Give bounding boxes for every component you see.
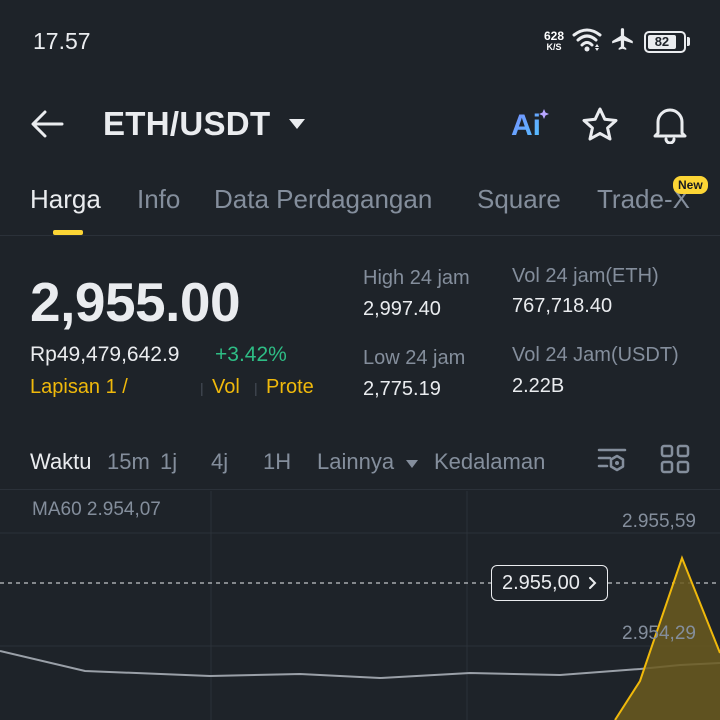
airplane-mode-icon (610, 26, 636, 57)
vol-eth-value: 767,718.40 (512, 295, 613, 317)
tag-divider: | (254, 380, 258, 396)
ma60-line (0, 650, 720, 680)
chevron-right-icon (588, 577, 597, 589)
indicator-settings-icon[interactable] (596, 444, 628, 476)
vol-eth-label: Vol 24 jam(ETH) (512, 265, 659, 287)
last-price: 2,955.00 (30, 271, 241, 333)
ai-icon: Ai (511, 109, 549, 142)
interval-1h-button[interactable]: 1H (263, 449, 291, 475)
price-chart[interactable]: MA60 2.954,07 2.955,59 2.954,29 2.955,00 (0, 491, 720, 720)
high-24h-value: 2,997.40 (363, 298, 441, 320)
high-24h-label: High 24 jam (363, 267, 470, 289)
arrow-left-icon (31, 110, 64, 138)
caret-down-icon[interactable] (287, 117, 307, 131)
battery-icon: 82 (644, 30, 690, 53)
low-24h-value: 2,775.19 (363, 378, 441, 400)
new-badge: New (673, 176, 708, 194)
tab-bar: Harga Info Data Perdagangan Square Trade… (0, 170, 720, 236)
chart-toolbar: Waktu 15m 1j 4j 1H Lainnya Kedalaman (0, 440, 720, 490)
price-summary: 2,955.00 Rp49,479,642.9 +3.42% Lapisan 1… (0, 250, 720, 420)
y-axis-mid-label: 2.954,29 (622, 623, 696, 644)
status-bar: 17.57 628 K/S 82 (0, 0, 720, 80)
fiat-price: Rp49,479,642.9 (30, 343, 180, 366)
current-price-value: 2.955,00 (502, 571, 580, 594)
ai-assistant-button[interactable]: Ai (510, 107, 550, 142)
back-button[interactable] (30, 108, 70, 140)
y-axis-top-label: 2.955,59 (622, 511, 696, 532)
interval-15m-button[interactable]: 15m (107, 449, 150, 475)
star-icon (582, 107, 618, 141)
alert-button[interactable] (651, 104, 689, 145)
layout-grid-icon[interactable] (660, 444, 690, 474)
tag-vol[interactable]: Vol (212, 376, 240, 399)
header: ETH/USDT Ai (0, 95, 720, 155)
ma60-label: MA60 2.954,07 (32, 499, 161, 520)
tag-divider: | (200, 380, 204, 396)
chart-canvas (0, 491, 720, 720)
tag-layer[interactable]: Lapisan 1 / (30, 376, 128, 399)
svg-text:Ai: Ai (511, 109, 541, 141)
network-speed: 628 K/S (543, 28, 564, 53)
network-speed-unit: K/S (546, 41, 562, 52)
tab-data-perdagangan[interactable]: Data Perdagangan (214, 184, 432, 215)
caret-down-icon[interactable] (405, 456, 419, 468)
tab-harga[interactable]: Harga (30, 184, 101, 215)
battery-level: 82 (648, 34, 676, 49)
favorite-button[interactable] (581, 106, 619, 142)
current-price-tag[interactable]: 2.955,00 (491, 565, 608, 601)
tab-info[interactable]: Info (137, 184, 180, 215)
tag-prote[interactable]: Prote (266, 376, 314, 399)
bell-icon (653, 108, 687, 145)
interval-time-button[interactable]: Waktu (30, 449, 92, 475)
depth-button[interactable]: Kedalaman (434, 449, 545, 475)
interval-4j-button[interactable]: 4j (211, 449, 228, 475)
status-time: 17.57 (33, 28, 91, 54)
interval-1j-button[interactable]: 1j (160, 449, 177, 475)
price-change-percent: +3.42% (215, 343, 287, 366)
pair-selector[interactable]: ETH/USDT (103, 105, 270, 143)
status-icons: 628 K/S 82 (544, 26, 690, 57)
network-speed-value: 628 (543, 28, 564, 43)
more-intervals-button[interactable]: Lainnya (317, 449, 394, 475)
low-24h-label: Low 24 jam (363, 347, 466, 369)
active-tab-indicator (53, 230, 83, 235)
tab-square[interactable]: Square (477, 184, 561, 215)
wifi-icon (572, 26, 602, 57)
vol-usdt-value: 2.22B (512, 375, 565, 397)
vol-usdt-label: Vol 24 Jam(USDT) (512, 344, 679, 366)
